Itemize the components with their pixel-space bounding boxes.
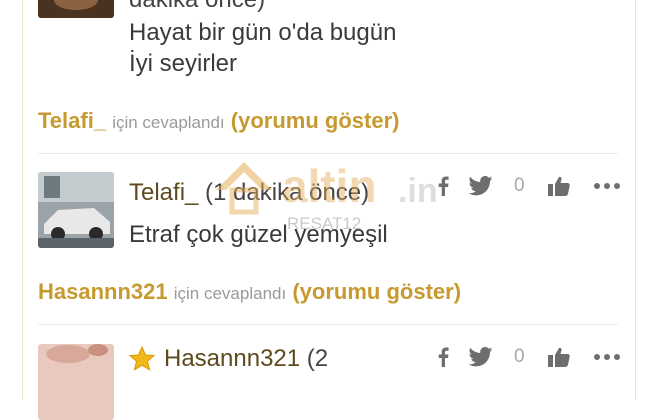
author-name[interactable]: Hasannn321 bbox=[164, 345, 300, 372]
comment-text-line: Hayat bir gün o'da bugün bbox=[129, 19, 397, 46]
facebook-share-icon[interactable] bbox=[436, 346, 450, 368]
thumbs-up-icon[interactable] bbox=[547, 175, 571, 197]
avatar[interactable] bbox=[38, 344, 114, 420]
watermark-brand: altin bbox=[282, 160, 377, 212]
comment-text-line: İyi seyirler bbox=[129, 50, 238, 77]
reply-indicator: Telafi_ için cevaplandı (yorumu göster) bbox=[38, 108, 399, 134]
like-count: 0 bbox=[514, 175, 525, 196]
star-badge-icon bbox=[128, 345, 156, 377]
reply-label: için cevaplandı bbox=[173, 284, 287, 303]
reply-user-link[interactable]: Hasannn321 bbox=[38, 279, 168, 304]
twitter-share-icon[interactable] bbox=[468, 175, 494, 197]
twitter-share-icon[interactable] bbox=[468, 346, 494, 368]
more-options-icon[interactable] bbox=[593, 346, 621, 368]
comment-actions: 0 bbox=[436, 346, 621, 368]
avatar[interactable] bbox=[38, 172, 114, 248]
comment-time: (2 bbox=[306, 345, 329, 372]
watermark-code: RESAT12 bbox=[287, 214, 362, 233]
more-options-icon[interactable] bbox=[593, 175, 621, 197]
show-comment-link[interactable]: (yorumu göster) bbox=[292, 279, 461, 304]
comment-actions: 0 bbox=[436, 175, 621, 197]
like-count: 0 bbox=[514, 346, 525, 367]
reply-label: için cevaplandı bbox=[112, 113, 225, 132]
comment-time: dakika önce) bbox=[129, 0, 265, 14]
thumbs-up-icon[interactable] bbox=[547, 346, 571, 368]
reply-indicator: Hasannn321 için cevaplandı (yorumu göste… bbox=[38, 279, 461, 305]
author-name[interactable]: Telafi_ bbox=[129, 179, 198, 206]
watermark-logo: altin .in bbox=[216, 160, 438, 215]
comment-author: Hasannn321 (2 bbox=[164, 345, 328, 373]
avatar[interactable] bbox=[38, 0, 114, 18]
reply-user-link[interactable]: Telafi_ bbox=[38, 108, 106, 133]
divider bbox=[38, 324, 618, 325]
show-comment-link[interactable]: (yorumu göster) bbox=[231, 108, 400, 133]
watermark-tld: .in bbox=[398, 172, 438, 210]
